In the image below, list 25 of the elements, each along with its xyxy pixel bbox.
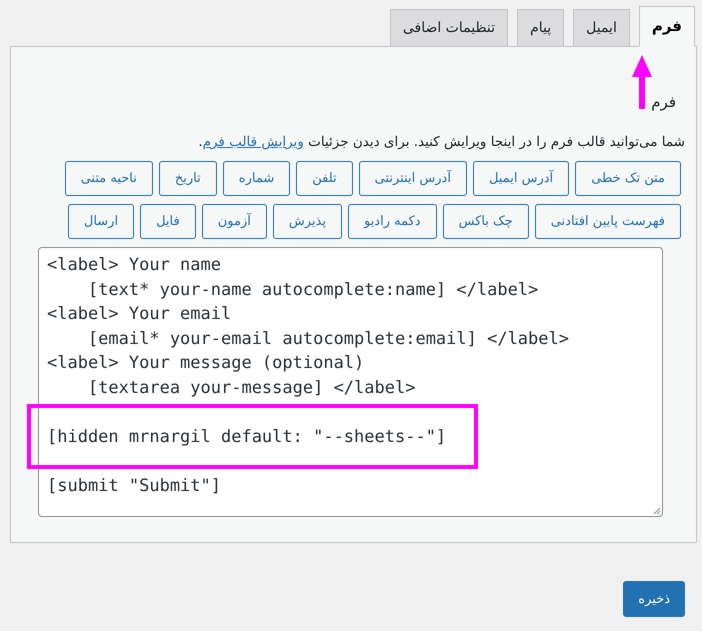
annotation-arrow xyxy=(631,55,653,109)
tag-button[interactable]: آزمون xyxy=(202,204,267,239)
tag-button[interactable]: متن تک خطی xyxy=(575,161,681,196)
tab[interactable]: ایمیل xyxy=(573,9,630,47)
tag-button[interactable]: آدرس اینترنتی xyxy=(358,161,467,196)
tab[interactable]: پیام xyxy=(517,9,564,47)
tag-button[interactable]: پذیرش xyxy=(272,204,342,239)
tag-button[interactable]: ناحیه متنی xyxy=(64,161,153,196)
tag-button[interactable]: دکمه رادیو xyxy=(348,204,437,239)
template-link[interactable]: ویرایش قالب فرم xyxy=(202,134,304,150)
tag-button[interactable]: تلفن xyxy=(296,161,353,196)
description-text: شما می‌توانید قالب فرم را در اینجا ویرایش کنید. برای دیدن جزئیات ویرایش قالب فرم. xyxy=(197,134,685,150)
tab[interactable]: فرم xyxy=(638,6,695,47)
tag-button[interactable]: شماره xyxy=(222,161,290,196)
tag-button[interactable]: آدرس ایمیل xyxy=(472,161,570,196)
tag-button[interactable]: فهرست پایین افتادنی xyxy=(534,204,681,239)
tab[interactable]: تنظیمات اضافی xyxy=(390,9,508,47)
resize-handle-icon[interactable] xyxy=(653,507,661,515)
save-button[interactable]: ذخیره xyxy=(623,581,685,617)
tag-button[interactable]: تاریخ xyxy=(158,161,217,196)
tag-button[interactable]: فایل xyxy=(140,204,196,239)
form-code-editor[interactable]: <label> Your name [text* your-name autocomplete:name] </label> <label> Your email [email* your-email autocomplete:email] </label> <label> Your message (optional) [textarea your-message] </label> [hidden mrnargil default: "--sheets--"] [submit "Submit"] xyxy=(38,247,663,517)
tag-button[interactable]: چک باکس xyxy=(442,204,529,239)
form-heading: فرم xyxy=(651,93,676,111)
tag-button[interactable]: ارسال xyxy=(68,204,134,239)
